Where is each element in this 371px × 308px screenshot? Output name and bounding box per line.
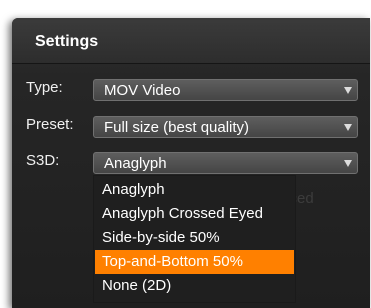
s3d-value: Anaglyph <box>104 155 167 172</box>
type-label: Type: <box>26 79 63 96</box>
dropdown-arrow-icon <box>344 124 352 131</box>
panel-title: Settings <box>35 33 99 50</box>
type-value: MOV Video <box>104 82 181 99</box>
preset-value: Full size (best quality) <box>104 119 250 136</box>
s3d-dropdown-list: Anaglyph Anaglyph Crossed Eyed Side-by-s… <box>93 175 296 303</box>
type-dropdown[interactable]: MOV Video <box>93 79 358 101</box>
s3d-label: S3D: <box>26 152 60 169</box>
option-top-and-bottom[interactable]: Top-and-Bottom 50% <box>95 250 294 274</box>
s3d-dropdown[interactable]: Anaglyph <box>93 152 358 174</box>
option-none-2d[interactable]: None (2D) <box>95 274 294 298</box>
option-anaglyph-crossed-eyed[interactable]: Anaglyph Crossed Eyed <box>95 202 294 226</box>
dropdown-arrow-icon <box>344 160 352 167</box>
preset-label: Preset: <box>26 116 74 133</box>
preset-dropdown[interactable]: Full size (best quality) <box>93 116 358 138</box>
option-anaglyph[interactable]: Anaglyph <box>95 178 294 202</box>
dropdown-arrow-icon <box>344 87 352 94</box>
option-side-by-side[interactable]: Side-by-side 50% <box>95 226 294 250</box>
